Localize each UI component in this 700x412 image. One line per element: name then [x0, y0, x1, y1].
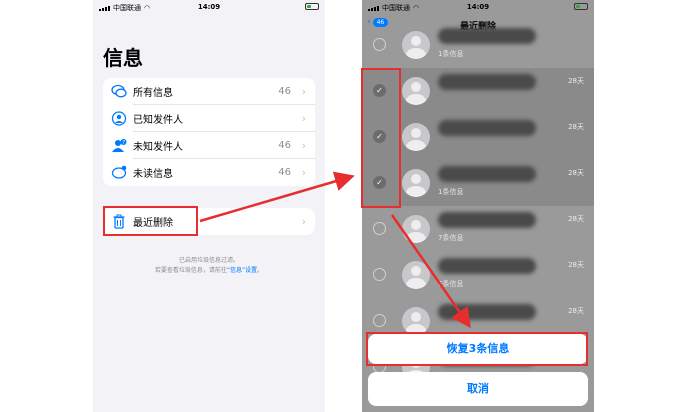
status-bar: 中国联通 ◠ 14:09 — [93, 0, 325, 14]
cancel-button[interactable]: 取消 — [368, 372, 588, 406]
days-remaining: 28天 — [568, 123, 584, 131]
highlight-recently-deleted — [103, 206, 198, 236]
person-question-icon: ? — [112, 139, 127, 152]
message-row[interactable]: 6条信息 28天 — [362, 252, 594, 298]
empty-circle-icon[interactable] — [373, 268, 386, 281]
contact-avatar-icon — [402, 215, 430, 243]
battery-icon — [305, 3, 319, 10]
row-label: 未读信息 — [133, 169, 173, 180]
battery-icon — [574, 3, 588, 10]
redacted-sender — [438, 258, 536, 274]
redacted-sender — [438, 212, 536, 228]
row-known-senders[interactable]: 已知发件人 › — [103, 105, 315, 132]
row-count: 46 — [278, 140, 291, 151]
spam-filter-note: 已启用垃圾信息过滤。 若要查看垃圾信息，请前往“信息”设置。 — [154, 257, 264, 274]
message-count: 6条信息 — [438, 280, 464, 288]
row-label: 所有信息 — [133, 88, 173, 99]
contact-avatar-icon — [402, 261, 430, 289]
row-unknown-senders[interactable]: ? 未知发件人 46 › — [103, 132, 315, 159]
person-circle-icon — [111, 111, 127, 126]
row-all-messages[interactable]: 所有信息 46 › — [103, 78, 315, 105]
redacted-sender — [438, 166, 536, 182]
message-count: 1条信息 — [438, 50, 464, 58]
redacted-sender — [438, 120, 536, 136]
messages-settings-link[interactable]: “信息”设置 — [227, 267, 257, 274]
page-title: 信息 — [103, 46, 143, 70]
redacted-sender — [438, 28, 536, 44]
status-time: 14:09 — [466, 3, 490, 11]
row-unread[interactable]: 未读信息 46 › — [103, 159, 315, 186]
empty-circle-icon[interactable] — [373, 314, 386, 327]
filter-list: 所有信息 46 › 已知发件人 › ? 未知发件人 46 › 未读信息 46 › — [103, 78, 315, 186]
row-label: 已知发件人 — [133, 115, 183, 126]
chevron-right-icon: › — [301, 112, 306, 125]
contact-avatar-icon — [402, 307, 430, 335]
chevron-right-icon: › — [301, 215, 306, 228]
contact-avatar-icon — [402, 169, 430, 197]
redacted-sender — [438, 304, 536, 320]
row-label: 未知发件人 — [133, 142, 183, 153]
row-count: 46 — [278, 86, 291, 97]
status-time: 14:09 — [197, 3, 221, 11]
days-remaining: 28天 — [568, 169, 584, 177]
chevron-right-icon: › — [301, 166, 306, 179]
contact-avatar-icon — [402, 77, 430, 105]
empty-circle-icon[interactable] — [373, 222, 386, 235]
svg-text:?: ? — [122, 140, 125, 146]
contact-avatar-icon — [402, 31, 430, 59]
highlight-recover-button — [366, 332, 588, 366]
highlight-selected-checkmarks — [361, 68, 401, 208]
redacted-sender — [438, 74, 536, 90]
message-row[interactable]: 7条信息 28天 — [362, 206, 594, 252]
days-remaining: 28天 — [568, 215, 584, 223]
empty-circle-icon[interactable] — [373, 38, 386, 51]
status-bar: 中国联通 ◠ 14:09 — [362, 0, 594, 14]
days-remaining: 28天 — [568, 307, 584, 315]
message-count: 1条信息 — [438, 188, 464, 196]
contact-avatar-icon — [402, 123, 430, 151]
chevron-right-icon: › — [301, 85, 306, 98]
days-remaining: 28天 — [568, 77, 584, 85]
chevron-right-icon: › — [301, 139, 306, 152]
chat-bubbles-icon — [111, 84, 127, 98]
message-row[interactable]: 1条信息 — [362, 22, 594, 68]
days-remaining: 28天 — [568, 261, 584, 269]
chat-bubble-unread-icon — [111, 165, 127, 179]
message-count: 7条信息 — [438, 234, 464, 242]
row-count: 46 — [278, 167, 291, 178]
